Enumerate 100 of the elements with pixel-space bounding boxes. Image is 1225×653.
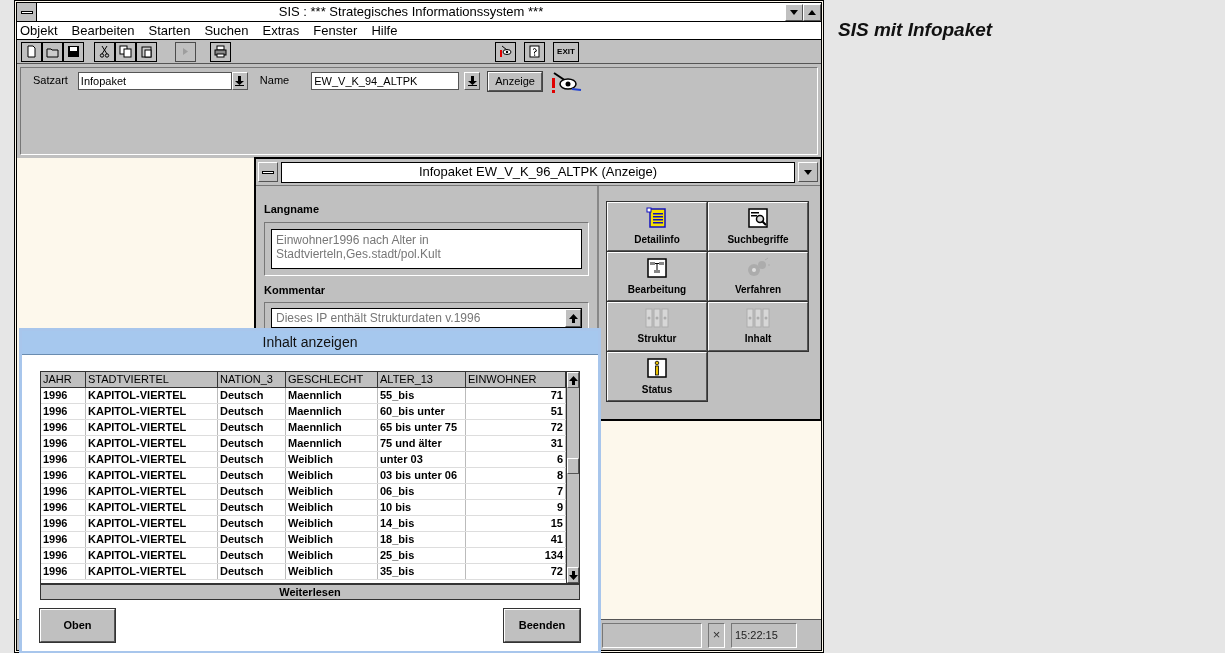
table-cell: Weiblich xyxy=(286,500,378,515)
window-title: SIS : *** Strategisches Informationssystem *** xyxy=(277,3,545,22)
langname-label: Langname xyxy=(264,202,320,217)
menu-item[interactable]: Hilfe xyxy=(371,20,398,41)
minimize-button[interactable] xyxy=(785,3,803,21)
vertical-scrollbar[interactable] xyxy=(566,372,579,583)
table-cell: Weiblich xyxy=(286,548,378,563)
table-cell: 1996 xyxy=(41,564,86,579)
menu-item[interactable]: Extras xyxy=(262,20,300,41)
exit-button[interactable]: EXIT xyxy=(553,41,579,62)
new-button[interactable] xyxy=(21,41,42,62)
magnifier-document-icon xyxy=(747,206,769,229)
table-cell: 14_bis xyxy=(378,516,466,531)
table-cell: 1996 xyxy=(41,532,86,547)
table-cell: Deutsch xyxy=(218,436,286,451)
kommentar-label: Kommentar xyxy=(264,282,327,298)
scissors-icon xyxy=(98,45,111,58)
function-button[interactable]: Status xyxy=(607,352,707,401)
eye-button[interactable] xyxy=(495,41,516,62)
langname-field[interactable]: Einwohner1996 nach Alter in Stadtvierteln,Ges.stadt/pol.Kult xyxy=(271,228,582,269)
copy-button[interactable] xyxy=(115,41,136,62)
down-triangle-icon xyxy=(790,9,798,15)
down-triangle-icon xyxy=(804,169,812,175)
table-cell: Deutsch xyxy=(218,532,286,547)
function-button[interactable]: Detailinfo xyxy=(607,202,707,251)
info-icon xyxy=(646,356,668,379)
table-cell: Deutsch xyxy=(218,468,286,483)
save-button[interactable] xyxy=(63,41,84,62)
table-cell: unter 03 xyxy=(378,452,466,467)
copy-icon xyxy=(119,45,132,58)
table-cell: 1996 xyxy=(41,468,86,483)
table-cell: KAPITOL-VIERTEL xyxy=(86,516,218,531)
table-cell: 1996 xyxy=(41,500,86,515)
page-icon xyxy=(25,45,38,58)
dropdown-button[interactable] xyxy=(798,162,818,182)
print-button[interactable] xyxy=(210,41,231,62)
system-menu-button[interactable] xyxy=(17,3,37,21)
window-title: Infopaket EW_V_K_96_ALTPK (Anzeige) xyxy=(281,161,795,183)
top-button[interactable]: Oben xyxy=(40,609,115,642)
menu-item[interactable]: Bearbeiten xyxy=(71,20,135,41)
eye-pointer-icon xyxy=(499,45,512,58)
down-arrow-icon xyxy=(568,570,578,580)
table-cell: Maennlich xyxy=(286,388,378,403)
close-button[interactable]: Beenden xyxy=(504,609,580,642)
function-button[interactable]: Verfahren xyxy=(708,252,808,301)
maximize-button[interactable] xyxy=(803,3,821,21)
show-button[interactable]: Anzeige xyxy=(488,72,542,91)
table-cell: KAPITOL-VIERTEL xyxy=(86,532,218,547)
name-label: Name xyxy=(259,73,290,88)
table-cell: Weiblich xyxy=(286,564,378,579)
column-header[interactable]: ALTER_13 xyxy=(378,372,466,387)
binders-icon xyxy=(645,307,669,328)
menu-item[interactable]: Suchen xyxy=(204,20,249,41)
function-button[interactable]: Inhalt xyxy=(708,302,808,351)
printer-icon xyxy=(214,45,227,58)
table-cell: KAPITOL-VIERTEL xyxy=(86,404,218,419)
table-cell: Weiblich xyxy=(286,452,378,467)
function-button[interactable]: Struktur xyxy=(607,302,707,351)
column-header[interactable]: JAHR xyxy=(41,372,86,387)
eye-pointer-icon xyxy=(549,72,582,94)
table-cell: Weiblich xyxy=(286,532,378,547)
function-button[interactable]: Bearbeitung xyxy=(607,252,707,301)
table-cell: Deutsch xyxy=(218,404,286,419)
forward-button[interactable] xyxy=(175,41,196,62)
table-cell: 10 bis xyxy=(378,500,466,515)
table-cell: 1996 xyxy=(41,404,86,419)
down-arrow-icon xyxy=(235,76,245,86)
function-button[interactable]: Suchbegriffe xyxy=(708,202,808,251)
name-field[interactable]: EW_V_K_94_ALTPK xyxy=(311,72,460,90)
table-cell: Deutsch xyxy=(218,516,286,531)
scroll-thumb[interactable] xyxy=(567,458,579,474)
menu-item[interactable]: Starten xyxy=(148,20,191,41)
dropdown-button[interactable] xyxy=(464,72,481,90)
column-header[interactable]: GESCHLECHT xyxy=(286,372,378,387)
table-cell: Weiblich xyxy=(286,484,378,499)
column-header[interactable]: STADTVIERTEL xyxy=(86,372,218,387)
table-cell: KAPITOL-VIERTEL xyxy=(86,436,218,451)
table-cell: 03 bis unter 06 xyxy=(378,468,466,483)
table-cell: Deutsch xyxy=(218,420,286,435)
satzart-field[interactable]: Infopaket xyxy=(77,72,232,90)
more-button[interactable]: Weiterlesen xyxy=(40,584,580,600)
cut-button[interactable] xyxy=(94,41,115,62)
help-button[interactable] xyxy=(524,41,545,62)
table-cell: Maennlich xyxy=(286,404,378,419)
paste-button[interactable] xyxy=(136,41,157,62)
table-cell: Deutsch xyxy=(218,484,286,499)
column-header[interactable]: NATION_3 xyxy=(218,372,286,387)
table-cell: 55_bis xyxy=(378,388,466,403)
table-cell: KAPITOL-VIERTEL xyxy=(86,420,218,435)
caption: SIS mit Infopaket xyxy=(838,18,993,42)
binders-icon xyxy=(746,307,770,328)
menu-item[interactable]: Fenster xyxy=(313,20,358,41)
table-cell: 1996 xyxy=(41,548,86,563)
table-cell: 75 und älter xyxy=(378,436,466,451)
dialog-title: Inhalt anzeigen xyxy=(262,333,358,352)
down-arrow-icon xyxy=(467,76,477,86)
table-cell: Deutsch xyxy=(218,500,286,515)
menu-item[interactable]: Objekt xyxy=(20,20,58,41)
open-button[interactable] xyxy=(42,41,63,62)
close-mark: × xyxy=(708,622,725,648)
